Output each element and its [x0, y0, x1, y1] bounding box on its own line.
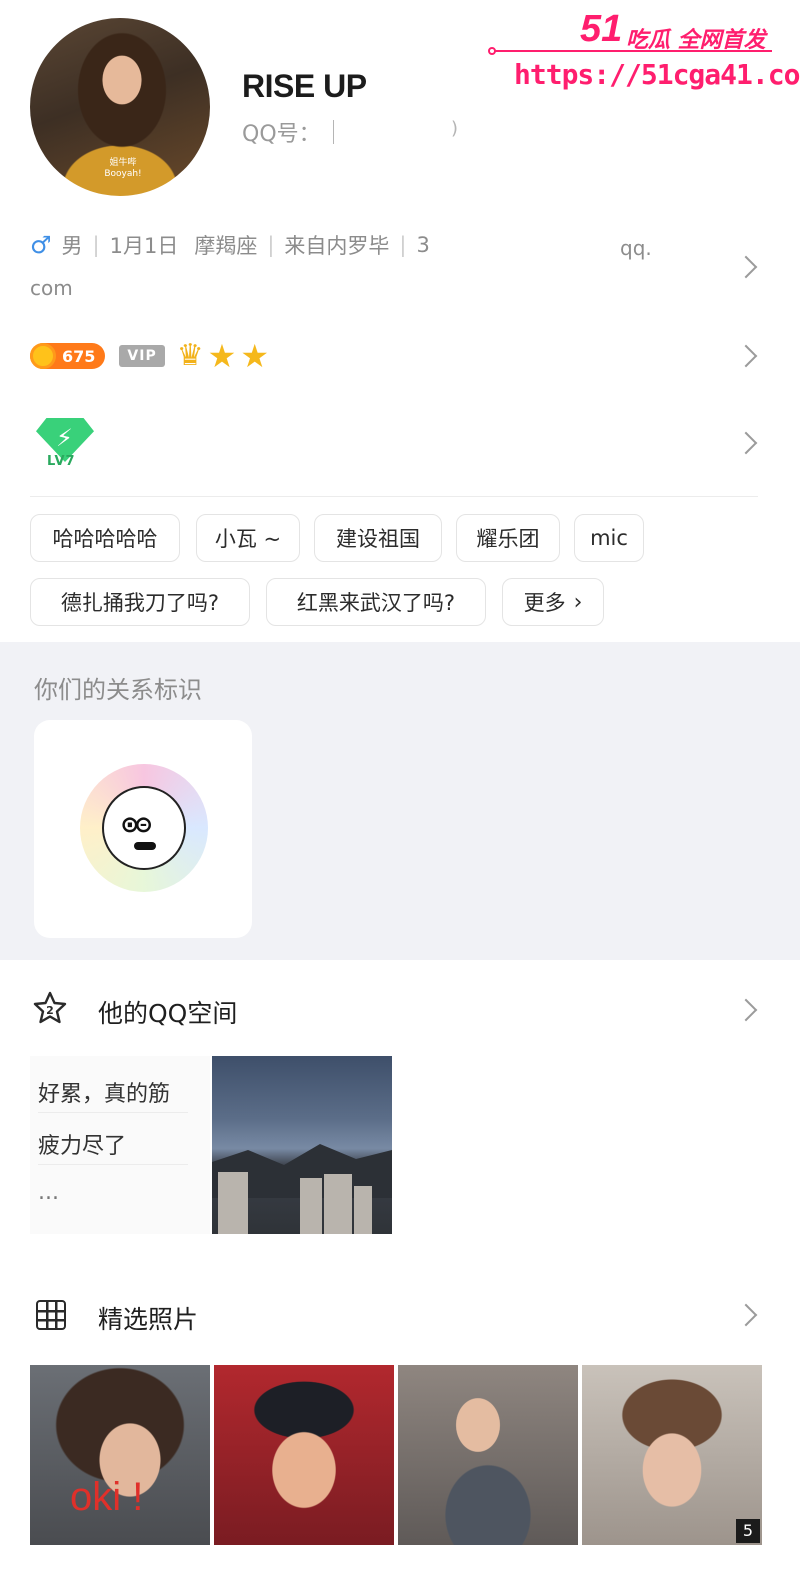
- grid-icon: [36, 1300, 66, 1330]
- qq-number-suffix: ): [451, 118, 459, 139]
- svg-text:2: 2: [46, 1004, 54, 1017]
- tag-item[interactable]: 小瓦 ~: [196, 514, 300, 562]
- photo-count-badge: 5: [736, 1519, 760, 1543]
- badge-face: ⊙⊝: [102, 786, 186, 870]
- email-start-text: 3: [416, 233, 430, 257]
- qzone-post-line: 好累，真的筋: [38, 1082, 171, 1107]
- lightning-gem-icon[interactable]: ⚡ LV7: [36, 418, 94, 472]
- chevron-right-icon[interactable]: [734, 998, 758, 1022]
- chevron-right-icon: ›: [573, 589, 583, 615]
- tag-item[interactable]: 耀乐团: [456, 514, 560, 562]
- watermark-url: https://51cga41.com: [514, 58, 800, 91]
- mouth-icon: [134, 842, 156, 850]
- level-badge: 675: [30, 343, 106, 369]
- qzone-post-line: ...: [38, 1180, 59, 1205]
- qq-number-redaction: [333, 120, 334, 144]
- star-icon: ★: [207, 337, 237, 375]
- qzone-post-line: 疲力尽了: [38, 1134, 127, 1159]
- location-text: 来自内罗毕: [284, 234, 390, 258]
- chevron-right-icon[interactable]: [734, 431, 758, 455]
- email-end-text: com: [30, 276, 73, 300]
- tag-item[interactable]: 红黑来武汉了吗?: [266, 578, 486, 626]
- qq-number-label: QQ号：: [242, 122, 321, 147]
- separator: |: [267, 233, 275, 257]
- more-tags-button[interactable]: 更多 ›: [502, 578, 604, 626]
- level-value: 675: [62, 346, 96, 366]
- friendship-badge-icon: ⊙⊝: [80, 764, 208, 892]
- relationship-card[interactable]: ⊙⊝: [34, 720, 252, 938]
- avatar-caption-line2: Booyah!: [104, 169, 142, 179]
- qzone-title[interactable]: 他的QQ空间: [98, 994, 237, 1030]
- photo-thumbnail[interactable]: [398, 1365, 578, 1545]
- photo-thumbnail[interactable]: oki !: [30, 1365, 210, 1545]
- divider: [38, 1164, 188, 1165]
- building-shape: [218, 1172, 248, 1234]
- zodiac-text: 摩羯座: [194, 234, 258, 258]
- male-icon: ♂: [30, 231, 52, 259]
- watermark: 51 吃瓜 全网首发 https://51cga41.com: [488, 8, 800, 98]
- avatar-caption-line1: 姐牛哔: [109, 158, 137, 168]
- eyes-icon: ⊙⊝: [122, 810, 151, 840]
- building-shape: [300, 1178, 322, 1234]
- divider: [38, 1112, 188, 1113]
- separator: |: [399, 233, 407, 257]
- photo-thumbnail[interactable]: 5: [582, 1365, 762, 1545]
- photo-overlay-text: oki !: [70, 1475, 144, 1519]
- tag-item[interactable]: mic: [574, 514, 644, 562]
- avatar[interactable]: 姐牛哔 Booyah!: [30, 18, 210, 196]
- star-outline-icon: 2: [33, 991, 67, 1024]
- birthday-text: 1月1日: [109, 234, 179, 258]
- divider: [30, 496, 758, 497]
- photos-title[interactable]: 精选照片: [98, 1300, 198, 1336]
- qzone-post-image[interactable]: [212, 1056, 392, 1234]
- qzone-post-text[interactable]: 好累，真的筋 疲力尽了 ...: [30, 1056, 210, 1234]
- chevron-right-icon[interactable]: [734, 255, 758, 279]
- tag-item[interactable]: 建设祖国: [314, 514, 442, 562]
- relationship-title: 你们的关系标识: [34, 676, 202, 704]
- watermark-dot: [488, 47, 496, 55]
- tag-item[interactable]: 德扎捅我刀了吗?: [30, 578, 250, 626]
- chevron-right-icon[interactable]: [734, 344, 758, 368]
- chevron-right-icon[interactable]: [734, 1303, 758, 1327]
- building-shape: [354, 1186, 372, 1234]
- coin-icon: [30, 343, 56, 369]
- watermark-logo: 51: [580, 8, 623, 50]
- building-shape: [324, 1174, 352, 1234]
- gem-level-label: LV7: [47, 454, 76, 469]
- gender-text: 男: [61, 234, 83, 258]
- more-tags-label: 更多: [523, 591, 566, 615]
- separator: |: [92, 233, 100, 257]
- watermark-tagline: 吃瓜 全网首发: [626, 28, 766, 53]
- crown-icon: ♛: [176, 338, 204, 373]
- lightning-icon: ⚡: [56, 424, 73, 452]
- vip-badge: VIP: [119, 345, 165, 367]
- badges-row[interactable]: 675 VIP ♛ ★ ★: [30, 336, 269, 376]
- tag-item[interactable]: 哈哈哈哈哈: [30, 514, 180, 562]
- photo-thumbnail[interactable]: [214, 1365, 394, 1545]
- nickname: RISE UP: [242, 68, 367, 104]
- star-icon: ★: [240, 337, 269, 375]
- email-mid-text: qq.: [620, 236, 652, 260]
- avatar-caption: 姐牛哔 Booyah!: [98, 158, 148, 180]
